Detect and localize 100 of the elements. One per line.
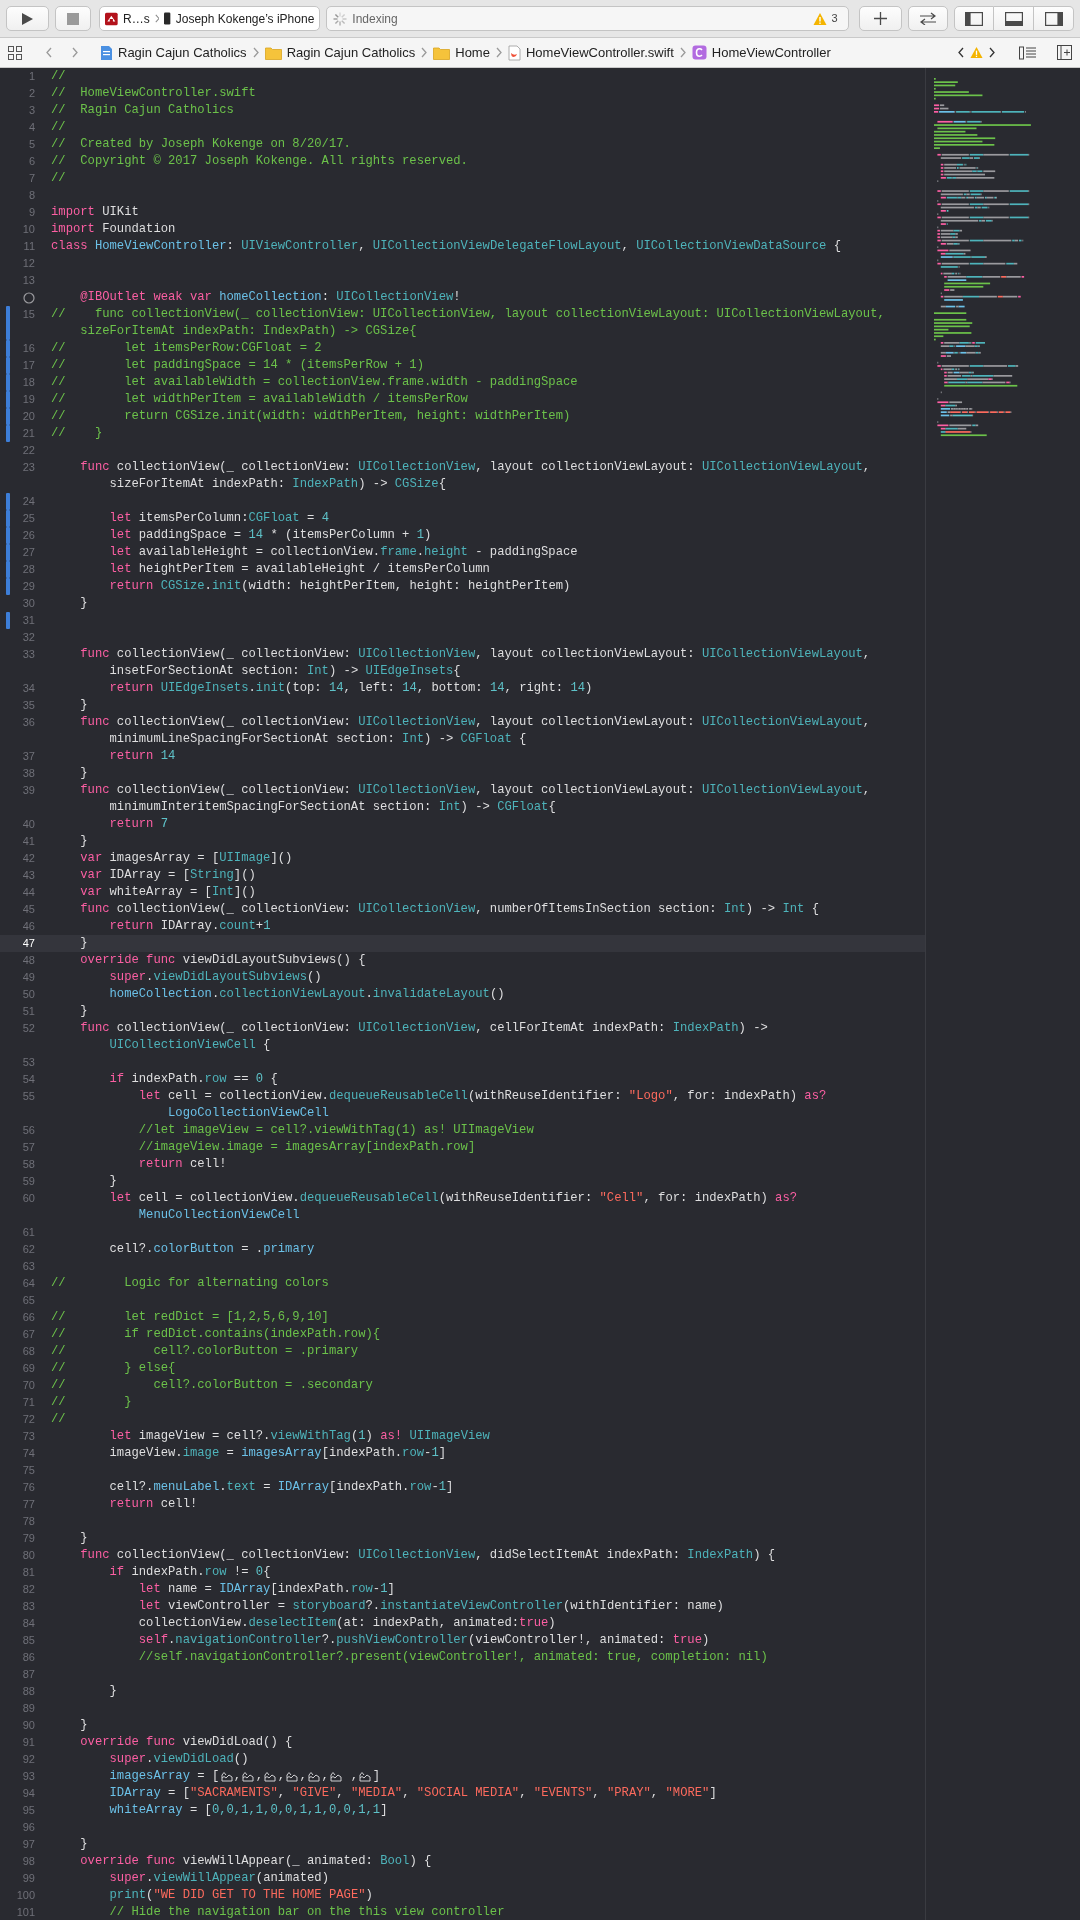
code-line: self.navigationController?.pushViewController(viewController!, animated: true) <box>137 1632 710 1649</box>
code-line: insetForSectionAt section: Int) -> UIEdgeInsets{ <box>108 663 461 680</box>
code-text: , <box>349 1768 359 1785</box>
line-number: 81 <box>22 1565 35 1581</box>
line-number: 100 <box>16 1888 35 1904</box>
code-line: @IBOutlet weak var homeCollection: UICollectionView! <box>79 289 461 306</box>
line-number: 64 <box>22 1276 35 1292</box>
phone-icon <box>164 11 171 26</box>
code-line: IDArray = ["SACRAMENTS", "GIVE", "MEDIA", "SOCIAL MEDIA", "EVENTS", "PRAY", "MORE"] <box>108 1785 717 1802</box>
breadcrumb-item[interactable]: Ragin Cajun Catholics <box>286 42 416 63</box>
panel-toggle-button[interactable] <box>1034 6 1074 31</box>
line-number: 1 <box>28 69 35 85</box>
line-number: 57 <box>22 1140 35 1156</box>
code-line: import UIKit <box>51 204 139 221</box>
code-text: , <box>321 1768 329 1785</box>
code-line: return 7 <box>108 816 169 833</box>
add-button[interactable] <box>858 6 903 31</box>
code-line: cell?.menuLabel.text = IDArray[indexPath.row-1] <box>108 1479 454 1496</box>
line-number: 72 <box>22 1412 35 1428</box>
chevron-icon <box>154 13 160 24</box>
line-number: 68 <box>22 1344 35 1360</box>
code-line: // } <box>51 1394 132 1411</box>
code-line: class HomeViewController: UIViewController, UICollectionViewDelegateFlowLayout, UICollectionViewDataSource { <box>51 238 841 255</box>
line-number: 85 <box>22 1633 35 1649</box>
code-line: import Foundation <box>51 221 176 238</box>
code-line: return UIEdgeInsets.init(top: 14, left: 14, bottom: 14, right: 14) <box>108 680 593 697</box>
breadcrumb-item[interactable]: Ragin Cajun Catholics <box>118 42 247 63</box>
line-number: 42 <box>22 851 35 867</box>
line-number: 26 <box>22 528 35 544</box>
line-number: 16 <box>22 341 35 357</box>
warning-icon <box>812 11 827 26</box>
line-number: 21 <box>22 426 35 442</box>
line-number: 3 <box>28 103 35 119</box>
code-line: super.viewWillAppear(animated) <box>108 1870 329 1887</box>
image-icon <box>308 1771 321 1782</box>
path-separator-icon <box>252 47 259 58</box>
code-line: // Created by Joseph Kokenge on 8/20/17. <box>51 136 351 153</box>
code-line: imageView.image = imagesArray[indexPath.row-1] <box>108 1445 447 1462</box>
code-line: return 14 <box>108 748 176 765</box>
line-number: 79 <box>22 1531 35 1547</box>
line-number: 32 <box>22 630 35 646</box>
code-line: } <box>108 1173 117 1190</box>
swap-arrows-icon <box>919 12 938 25</box>
line-number: 76 <box>22 1480 35 1496</box>
code-line: } <box>79 1003 88 1020</box>
code-line: minimumLineSpacingForSectionAt section: Int) -> CGFloat { <box>108 731 527 748</box>
code-line: let imageView = cell?.viewWithTag(1) as! UIImageView <box>108 1428 490 1445</box>
line-number: 40 <box>22 817 35 833</box>
code-line: let cell = collectionView.dequeueReusableCell(withReuseIdentifier: "Logo", for: indexPath) as? <box>137 1088 827 1105</box>
code-line: var whiteArray = [Int]() <box>79 884 256 901</box>
add-editor-icon[interactable] <box>1057 45 1072 60</box>
stop-icon <box>66 12 79 25</box>
code-line: // let itemsPerRow:CGFloat = 2 <box>51 340 322 357</box>
stop-button[interactable] <box>54 6 92 31</box>
code-line: // cell?.colorButton = .primary <box>51 1343 359 1360</box>
outlet-connection-icon[interactable] <box>23 291 35 304</box>
code-line: let cell = collectionView.dequeueReusableCell(withReuseIdentifier: "Cell", for: indexPath) as? <box>108 1190 798 1207</box>
image-icon <box>286 1771 299 1782</box>
line-number: 65 <box>22 1293 35 1309</box>
line-number: 58 <box>22 1157 35 1173</box>
code-line: let paddingSpace = 14 * (itemsPerColumn + 1) <box>108 527 432 544</box>
breadcrumb-item[interactable]: Home <box>455 42 490 63</box>
path-separator-icon <box>679 47 686 58</box>
line-number: 99 <box>22 1871 35 1887</box>
code-line: func collectionView(_ collectionView: UICollectionView, layout collectionViewLayout: UICollectionViewLayout, <box>79 459 871 476</box>
line-number: 91 <box>22 1735 35 1751</box>
line-number: 78 <box>22 1514 35 1530</box>
line-number: 47 <box>22 936 35 952</box>
breadcrumb-item[interactable]: HomeViewController.swift <box>525 42 674 63</box>
code-line: super.viewDidLoad() <box>108 1751 249 1768</box>
image-icon <box>359 1771 372 1782</box>
breadcrumb-item[interactable]: HomeViewController <box>711 42 831 63</box>
code-line: } <box>79 1717 88 1734</box>
line-number: 44 <box>22 885 35 901</box>
line-number: 83 <box>22 1599 35 1615</box>
activity-status: Indexing <box>352 10 398 28</box>
line-number: 63 <box>22 1259 35 1275</box>
line-number: 86 <box>22 1650 35 1666</box>
play-icon <box>20 11 34 26</box>
line-number: 39 <box>22 783 35 799</box>
panel-layout-icon <box>1004 11 1023 26</box>
code-line: whiteArray = [0,0,1,1,0,0,1,1,0,0,1,1] <box>108 1802 388 1819</box>
line-number: 84 <box>22 1616 35 1632</box>
line-number: 62 <box>22 1242 35 1258</box>
panel-layout-icon <box>1044 11 1063 26</box>
grid-icon[interactable] <box>8 45 22 60</box>
code-line: LogoCollectionViewCell <box>167 1105 329 1122</box>
line-number: 4 <box>28 120 35 136</box>
panel-toggle-button[interactable] <box>954 6 994 31</box>
line-number: 31 <box>22 613 35 629</box>
previous-issue-icon <box>958 47 964 58</box>
code-line: func collectionView(_ collectionView: UICollectionView, layout collectionViewLayout: UICollectionViewLayout, <box>79 646 871 663</box>
swap-button[interactable] <box>908 6 948 31</box>
path-separator-icon <box>495 47 502 58</box>
panel-toggle-button[interactable] <box>994 6 1034 31</box>
run-button[interactable] <box>6 6 49 31</box>
line-number: 55 <box>22 1089 35 1105</box>
related-items-icon[interactable] <box>1019 45 1037 60</box>
scheme-selector[interactable]: R…s Joseph Kokenge’s iPhone <box>99 6 321 31</box>
line-number: 101 <box>16 1905 35 1920</box>
